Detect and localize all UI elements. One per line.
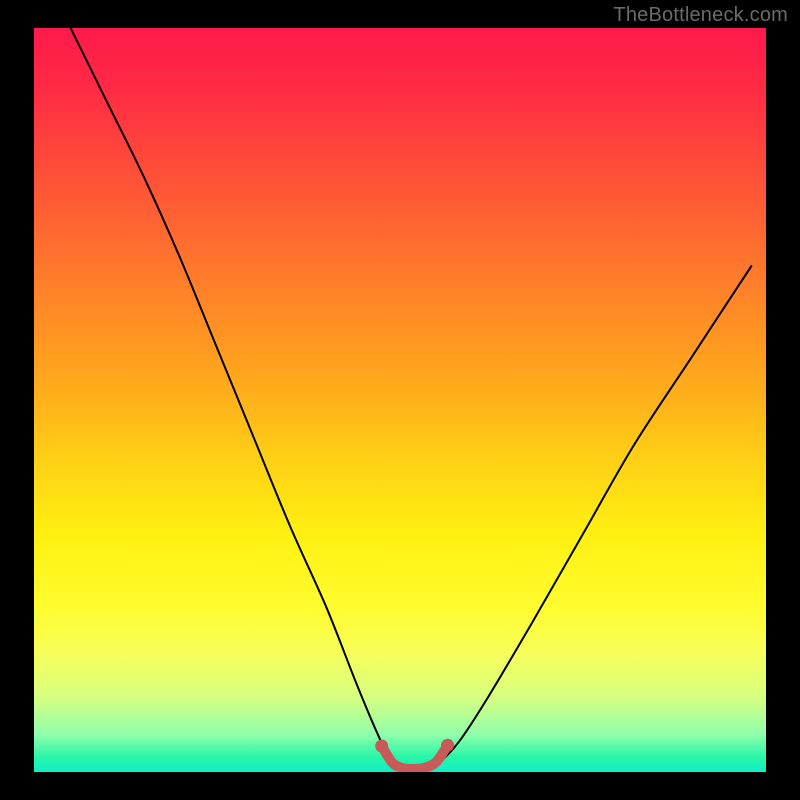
optimal-zone-curve [382, 745, 448, 769]
optimal-zone-endpoint [441, 739, 454, 752]
chart-frame: TheBottleneck.com [0, 0, 800, 800]
plot-area [34, 28, 766, 772]
main-curve [71, 28, 752, 770]
optimal-zone-endpoint [375, 740, 388, 753]
curve-layer [34, 28, 766, 772]
watermark-text: TheBottleneck.com [613, 4, 788, 27]
